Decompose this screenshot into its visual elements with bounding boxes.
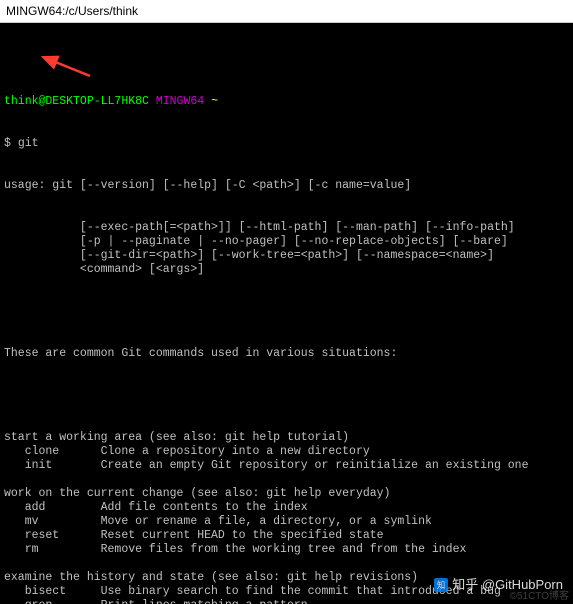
prompt-user: think@DESKTOP-LL7HK8C: [4, 95, 149, 108]
prompt-env: MINGW64: [156, 95, 204, 108]
command-row: grep Print lines matching a pattern: [4, 599, 569, 604]
command-row: init Create an empty Git repository or r…: [4, 459, 569, 473]
command-row: clone Clone a repository into a new dire…: [4, 445, 569, 459]
terminal-area[interactable]: think@DESKTOP-LL7HK8C MINGW64 ~ $ git us…: [0, 23, 573, 604]
command-row: mv Move or rename a file, a directory, o…: [4, 515, 569, 529]
svg-text:知: 知: [437, 580, 445, 590]
window-titlebar: MINGW64:/c/Users/think: [0, 0, 573, 23]
prompt-path: ~: [211, 95, 218, 108]
command-row: reset Reset current HEAD to the specifie…: [4, 529, 569, 543]
usage-line: [--exec-path[=<path>]] [--html-path] [--…: [4, 221, 569, 235]
corner-watermark: ©51CTO博客: [510, 590, 569, 604]
section-title: work on the current change (see also: gi…: [4, 487, 569, 501]
typed-command: git: [18, 137, 39, 150]
usage-line: [--git-dir=<path>] [--work-tree=<path>] …: [4, 249, 569, 263]
prompt-line-1: think@DESKTOP-LL7HK8C MINGW64 ~: [4, 95, 569, 109]
usage-line: <command> [<args>]: [4, 263, 569, 277]
prompt-symbol: $: [4, 137, 11, 150]
command-row: rm Remove files from the working tree an…: [4, 543, 569, 557]
command-row: add Add file contents to the index: [4, 501, 569, 515]
section-title: start a working area (see also: git help…: [4, 431, 569, 445]
window-title: MINGW64:/c/Users/think: [6, 4, 138, 18]
usage-line: [-p | --paginate | --no-pager] [--no-rep…: [4, 235, 569, 249]
intro-text: These are common Git commands used in va…: [4, 347, 569, 361]
zhihu-logo-icon: 知: [434, 578, 448, 592]
usage-header: usage: git [--version] [--help] [-C <pat…: [4, 179, 569, 193]
command-line[interactable]: $ git: [4, 137, 569, 151]
